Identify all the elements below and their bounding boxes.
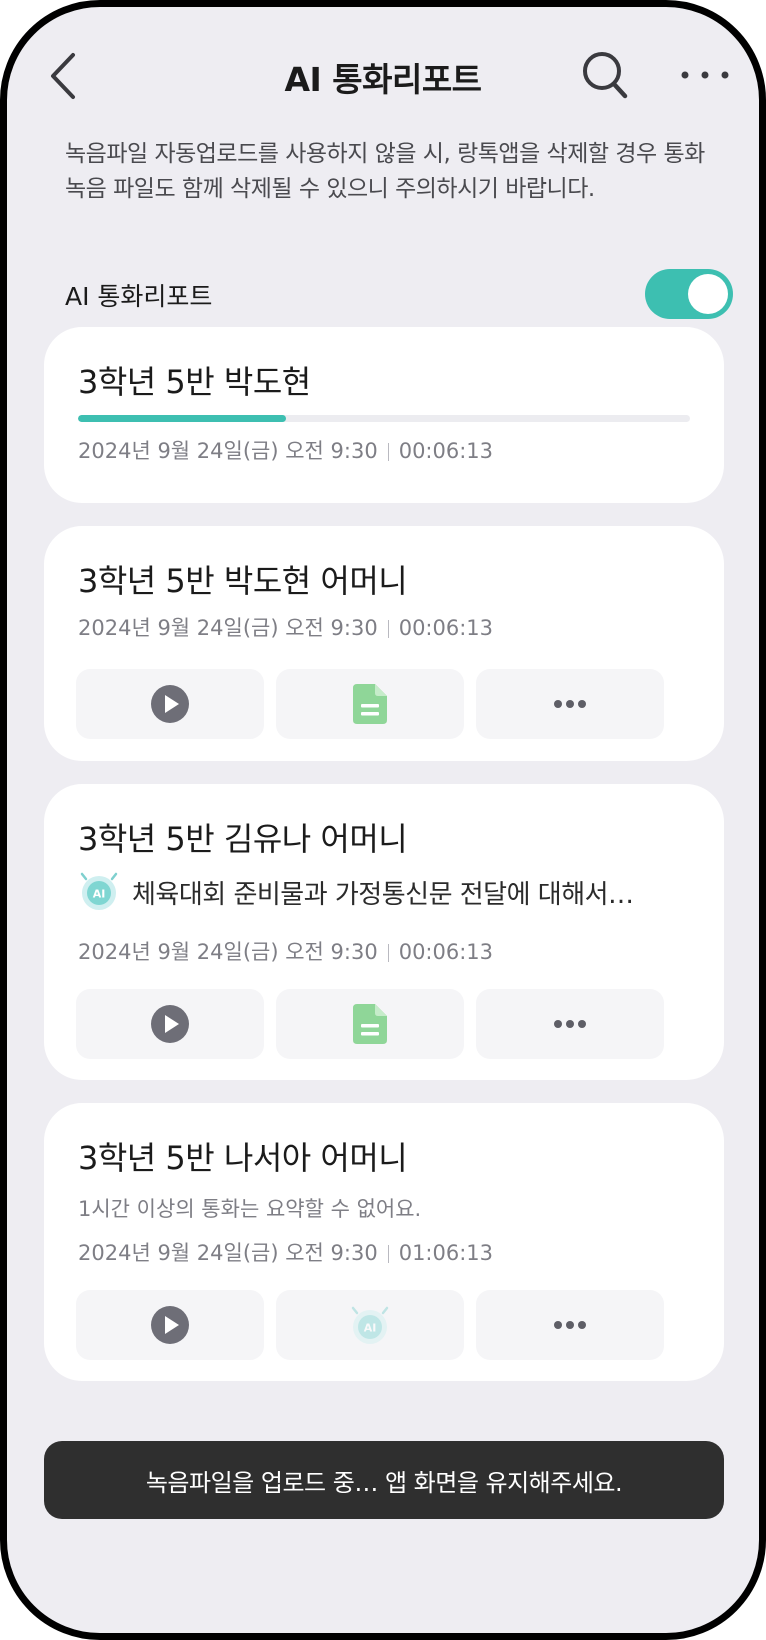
card-meta: 2024년 9월 24일(금) 오전 9:30 01:06:13 — [78, 1237, 493, 1267]
call-duration: 00:06:13 — [398, 616, 494, 640]
document-icon — [353, 684, 387, 724]
call-date: 2024년 9월 24일(금) 오전 9:30 — [78, 1241, 378, 1265]
ai-report-toggle-row: AI 통화리포트 — [65, 269, 733, 319]
notice-text: 녹음파일 자동업로드를 사용하지 않을 시, 랑톡앱을 삭제할 경우 통화녹음 … — [65, 141, 705, 202]
call-duration: 01:06:13 — [398, 1241, 494, 1265]
phone-screen: AI 통화리포트 녹음파일 자동업로드를 사용하지 않을 시, 랑톡앱을 삭제할… — [0, 0, 766, 1640]
more-horizontal-icon — [681, 71, 729, 79]
card-actions — [76, 669, 694, 739]
ai-robot-icon: AI — [351, 1306, 389, 1344]
call-date: 2024년 9월 24일(금) 오전 9:30 — [78, 616, 378, 640]
search-icon — [583, 52, 628, 99]
ai-badge-text: AI — [364, 1322, 377, 1335]
call-date: 2024년 9월 24일(금) 오전 9:30 — [78, 439, 378, 463]
card-actions — [76, 989, 694, 1059]
play-circle-icon — [151, 685, 189, 723]
more-actions-button[interactable] — [476, 989, 664, 1059]
view-transcript-button[interactable] — [276, 989, 464, 1059]
card-title: 3학년 5반 박도현 — [78, 363, 311, 401]
play-recording-button[interactable] — [76, 669, 264, 739]
call-report-card[interactable]: 3학년 5반 김유나 어머니 AI 체육대회 준비물과 가정통신문 전달에 대해… — [44, 784, 724, 1080]
ai-badge-text: AI — [93, 888, 106, 901]
card-title: 3학년 5반 김유나 어머니 — [78, 820, 408, 858]
more-actions-button[interactable] — [476, 669, 664, 739]
more-horizontal-icon — [554, 700, 586, 708]
play-circle-icon — [151, 1005, 189, 1043]
call-date: 2024년 9월 24일(금) 오전 9:30 — [78, 940, 378, 964]
ai-report-toggle[interactable] — [645, 269, 733, 319]
card-meta: 2024년 9월 24일(금) 오전 9:30 00:06:13 — [78, 936, 493, 966]
play-recording-button[interactable] — [76, 1290, 264, 1360]
call-duration: 00:06:13 — [398, 940, 494, 964]
card-meta: 2024년 9월 24일(금) 오전 9:30 00:06:13 — [78, 435, 493, 465]
call-report-card[interactable]: 3학년 5반 박도현 어머니 2024년 9월 24일(금) 오전 9:30 00… — [44, 526, 724, 761]
more-actions-button[interactable] — [476, 1290, 664, 1360]
document-icon — [353, 1004, 387, 1044]
ai-summary-disabled-button[interactable]: AI — [276, 1290, 464, 1360]
call-duration: 00:06:13 — [398, 439, 494, 463]
play-circle-icon — [151, 1306, 189, 1344]
meta-divider — [387, 944, 389, 962]
call-report-card[interactable]: 3학년 5반 나서아 어머니 1시간 이상의 통화는 요약할 수 없어요. 20… — [44, 1103, 724, 1381]
meta-divider — [387, 620, 389, 638]
card-actions: AI — [76, 1290, 694, 1360]
card-title: 3학년 5반 나서아 어머니 — [78, 1139, 408, 1177]
view-transcript-button[interactable] — [276, 669, 464, 739]
toggle-knob — [688, 274, 728, 314]
summary-unavailable-note: 1시간 이상의 통화는 요약할 수 없어요. — [78, 1197, 422, 1221]
more-horizontal-icon — [554, 1020, 586, 1028]
toggle-label: AI 통화리포트 — [65, 282, 213, 311]
upload-progress-fill — [78, 415, 287, 422]
card-meta: 2024년 9월 24일(금) 오전 9:30 00:06:13 — [78, 612, 493, 642]
meta-divider — [387, 1245, 389, 1263]
ai-robot-icon: AI — [80, 872, 118, 910]
card-title: 3학년 5반 박도현 어머니 — [78, 562, 408, 600]
header: AI 통화리포트 — [7, 7, 759, 137]
call-report-card[interactable]: 3학년 5반 박도현 2024년 9월 24일(금) 오전 9:30 00:06:… — [44, 327, 724, 503]
page-title: AI 통화리포트 — [284, 60, 482, 99]
play-recording-button[interactable] — [76, 989, 264, 1059]
upload-toast: 녹음파일을 업로드 중… 앱 화면을 유지해주세요. — [44, 1441, 724, 1519]
more-options-button[interactable] — [679, 65, 731, 85]
summary-text: 체육대회 준비물과 가정통신문 전달에 대해서… — [132, 880, 634, 910]
more-horizontal-icon — [554, 1321, 586, 1329]
meta-divider — [387, 443, 389, 461]
upload-progress-bar — [78, 415, 690, 422]
search-button[interactable] — [581, 49, 629, 101]
